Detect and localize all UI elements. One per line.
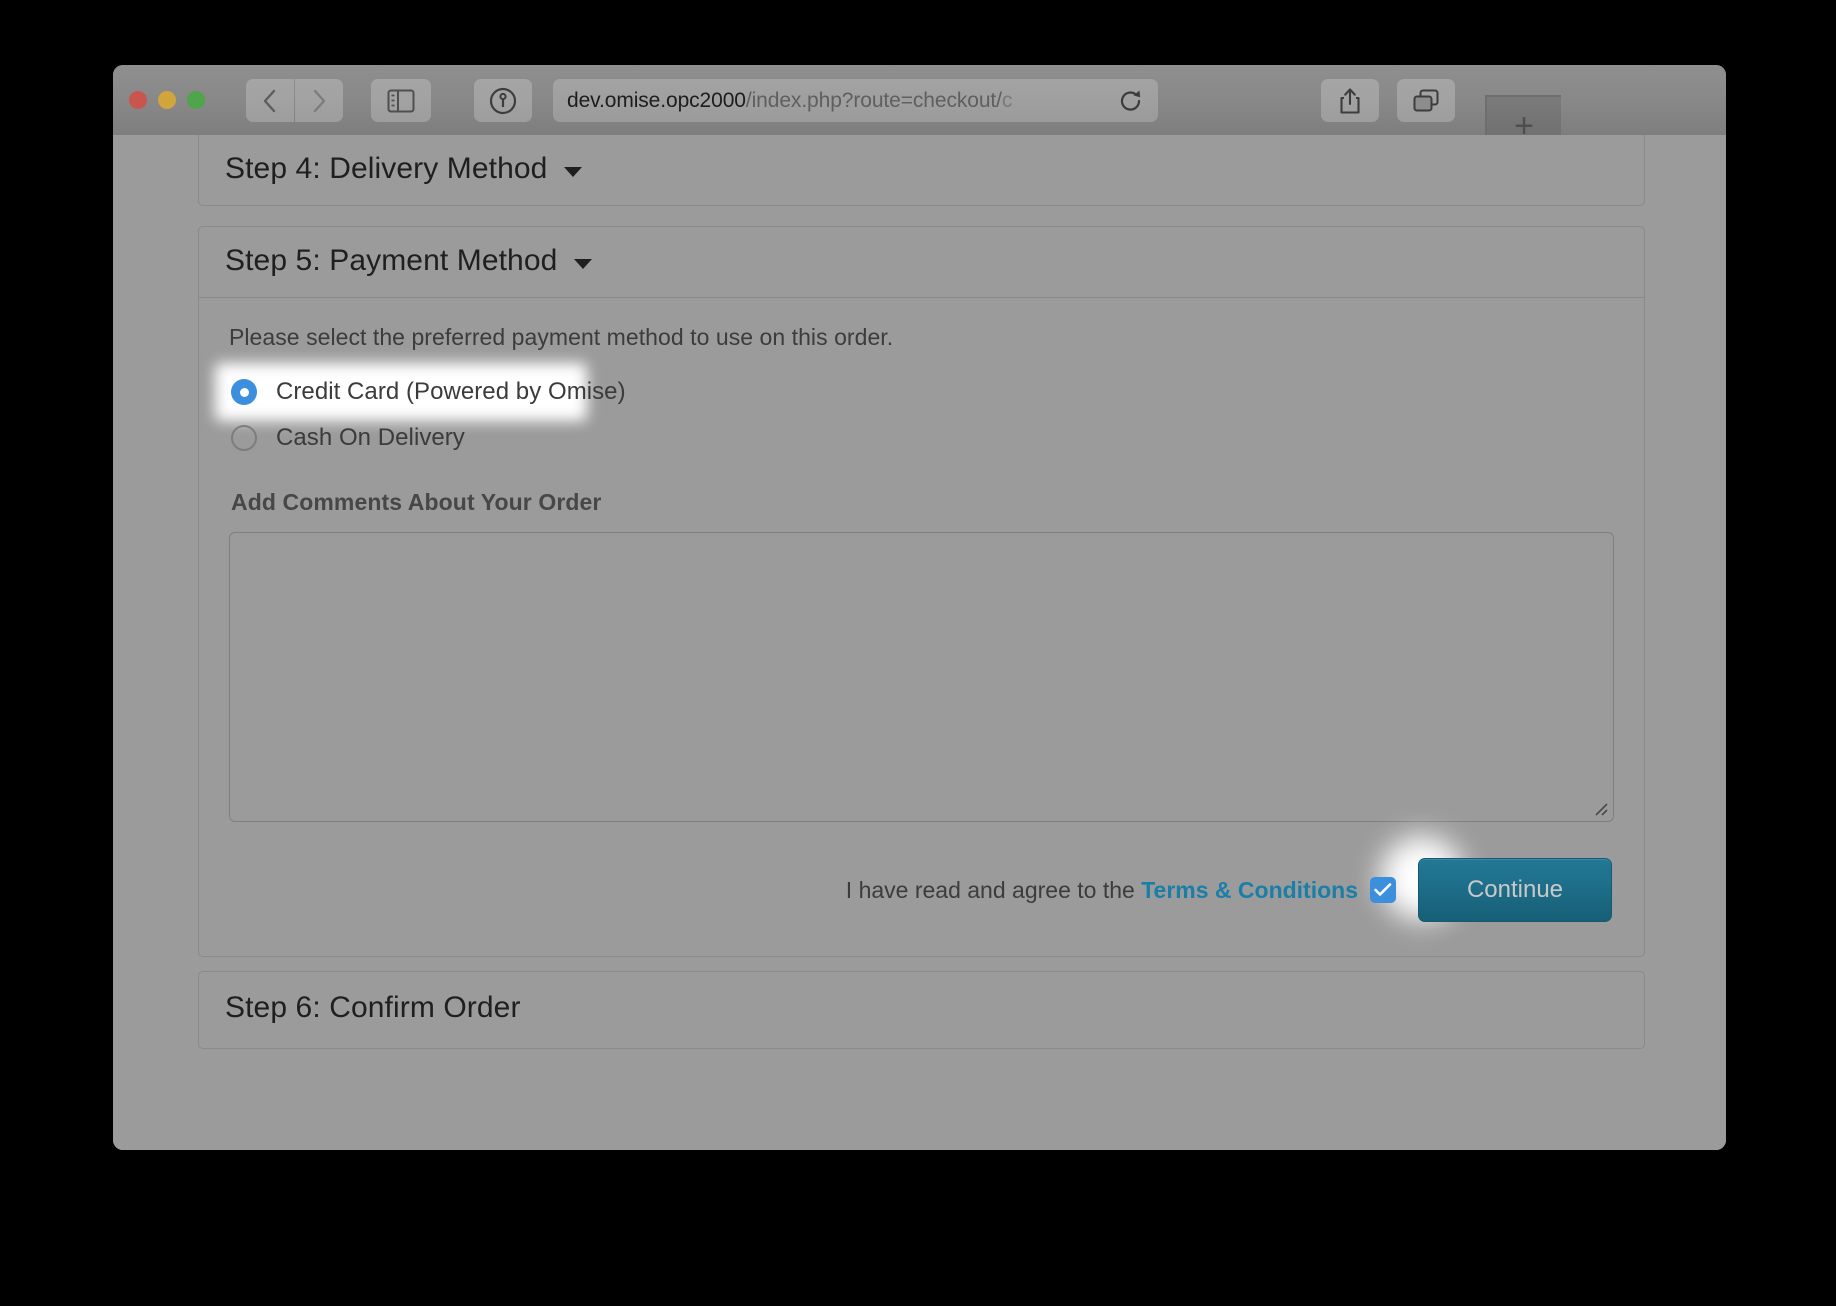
radio-credit-card[interactable] (231, 379, 257, 405)
chevron-down-icon (563, 167, 582, 177)
checkmark-icon (1374, 883, 1392, 896)
step-6-title: Step 6: Confirm Order (225, 991, 521, 1024)
payment-option-credit-card-label: Credit Card (Powered by Omise) (276, 378, 626, 405)
address-bar[interactable]: dev.omise.opc2000/index.php?route=checko… (553, 79, 1158, 122)
payment-method-instructions: Please select the preferred payment meth… (229, 324, 894, 350)
safari-window: dev.omise.opc2000/index.php?route=checko… (113, 65, 1726, 1150)
reload-icon[interactable] (1118, 88, 1144, 114)
sidebar-toggle-button[interactable] (371, 79, 431, 122)
terms-and-conditions-link[interactable]: Terms & Conditions (1141, 877, 1358, 903)
chevron-right-icon (313, 89, 326, 112)
chevron-left-icon (263, 89, 276, 112)
page-viewport: Step 4: Delivery Method Step 5: Payment … (113, 135, 1726, 1150)
step-6-panel: Step 6: Confirm Order (198, 971, 1645, 1049)
continue-button-label: Continue (1466, 876, 1564, 903)
resize-handle-icon[interactable] (1594, 802, 1608, 816)
chevron-down-icon (573, 259, 592, 269)
browser-toolbar: dev.omise.opc2000/index.php?route=checko… (113, 65, 1726, 155)
close-window-button[interactable] (129, 91, 147, 109)
url-host: dev.omise.opc2000 (567, 88, 746, 112)
zoom-window-button[interactable] (187, 91, 205, 109)
step-4-panel: Step 4: Delivery Method (198, 135, 1645, 206)
payment-option-cash-on-delivery[interactable]: Cash On Delivery (229, 415, 1614, 461)
step-5-title: Step 5: Payment Method (225, 244, 558, 277)
url-path: /index.php?route=checkout/ (745, 88, 1002, 112)
password-manager-button[interactable] (474, 79, 532, 122)
key-circle-icon (489, 87, 517, 114)
step-4-title: Step 4: Delivery Method (225, 152, 548, 185)
url-tail: c (1001, 88, 1013, 112)
radio-cash-on-delivery[interactable] (231, 425, 257, 451)
step-4-header[interactable]: Step 4: Delivery Method (199, 135, 1644, 205)
screenshot-root: dev.omise.opc2000/index.php?route=checko… (0, 0, 1836, 1306)
minimize-window-button[interactable] (158, 91, 176, 109)
window-controls (129, 91, 205, 109)
payment-option-cash-on-delivery-label: Cash On Delivery (276, 424, 465, 451)
tab-overview-button[interactable] (1397, 79, 1455, 122)
tab-overview-icon (1413, 89, 1439, 111)
step-5-header[interactable]: Step 5: Payment Method (199, 227, 1644, 297)
checkout-accordion: Step 4: Delivery Method Step 5: Payment … (198, 135, 1645, 1063)
share-button[interactable] (1321, 79, 1379, 122)
continue-button[interactable]: Continue (1418, 858, 1612, 922)
step-6-header[interactable]: Step 6: Confirm Order (199, 972, 1644, 1048)
terms-agreement-text: I have read and agree to the Terms & Con… (846, 877, 1358, 904)
comments-heading: Add Comments About Your Order (231, 489, 602, 515)
back-button[interactable] (246, 79, 294, 122)
payment-option-credit-card[interactable]: Credit Card (Powered by Omise) (215, 363, 1614, 421)
sidebar-icon (387, 89, 415, 112)
share-icon (1340, 87, 1360, 114)
order-comments-textarea[interactable] (229, 532, 1614, 822)
terms-checkbox[interactable] (1370, 877, 1396, 903)
step-5-body: Please select the preferred payment meth… (199, 297, 1644, 956)
terms-and-continue-row: I have read and agree to the Terms & Con… (229, 836, 1614, 922)
terms-prefix: I have read and agree to the (845, 876, 1142, 903)
step-5-panel: Step 5: Payment Method Please select the… (198, 226, 1645, 957)
address-bar-text: dev.omise.opc2000/index.php?route=checko… (567, 89, 1112, 113)
forward-button[interactable] (295, 79, 343, 122)
